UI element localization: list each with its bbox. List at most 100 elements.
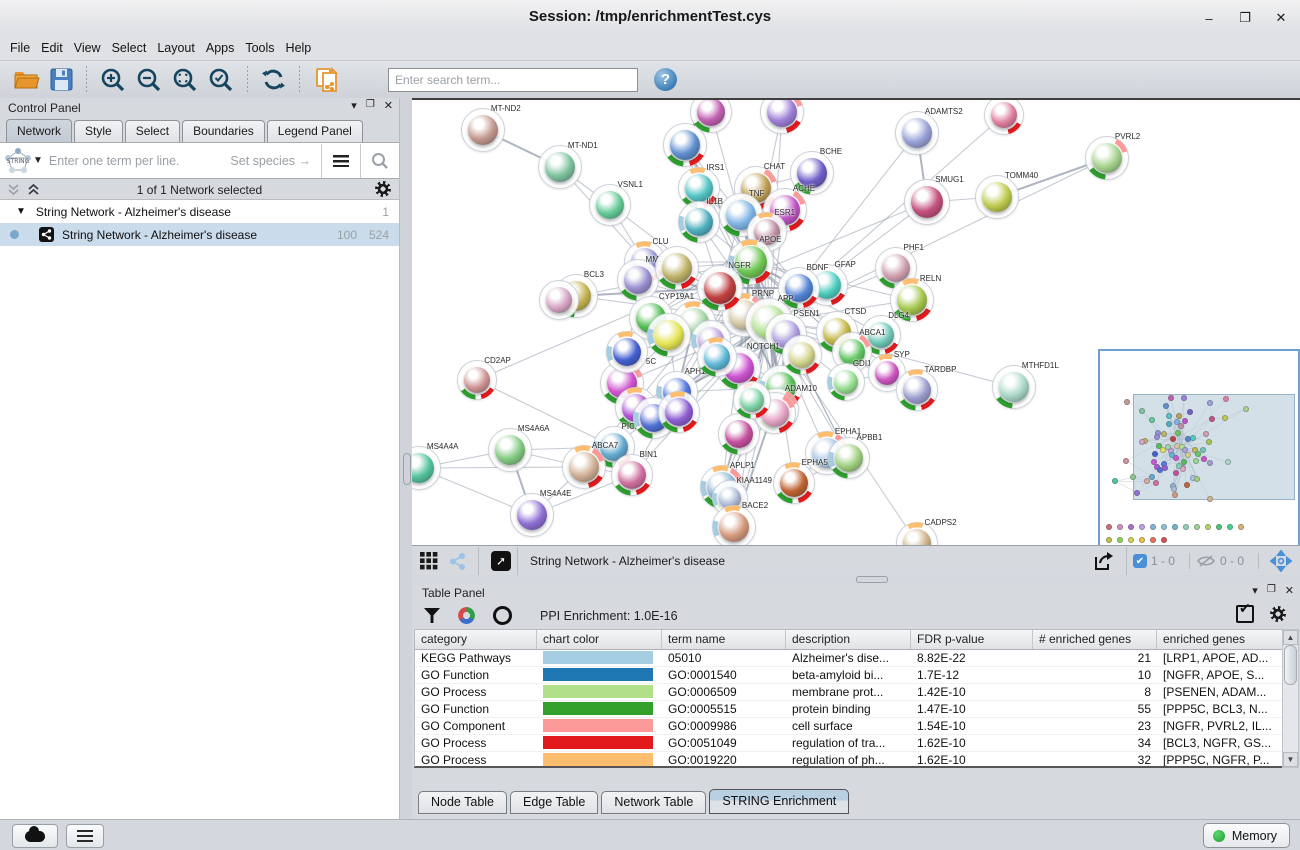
network-node[interactable]: GDI1 [827, 363, 865, 401]
gear-icon[interactable] [375, 181, 391, 197]
network-row[interactable]: String Network - Alzheimer's disease 100… [0, 223, 399, 246]
network-node[interactable] [718, 413, 760, 455]
splitter-handle[interactable] [403, 453, 411, 485]
network-node[interactable]: MS4A4E [510, 493, 554, 537]
panel-float-icon[interactable]: ❐ [366, 99, 375, 112]
panel-collapse-icon[interactable]: ▾ [351, 99, 357, 112]
ring-chart-icon[interactable] [493, 606, 512, 625]
menu-edit[interactable]: Edit [41, 39, 72, 57]
network-node[interactable]: NGFR [697, 265, 743, 311]
filter-icon[interactable] [424, 608, 440, 623]
table-row[interactable]: KEGG Pathways05010Alzheimer's dise...8.8… [415, 650, 1283, 667]
column-header-term-name[interactable]: term name [662, 630, 786, 649]
help-button[interactable]: ? [654, 68, 677, 91]
column-header-fdr-p-value[interactable]: FDR p-value [911, 630, 1033, 649]
string-query-input[interactable] [47, 153, 231, 169]
network-node[interactable]: BACE2 [712, 505, 756, 547]
clone-network-button[interactable] [313, 66, 341, 94]
select-all-checkbox-icon[interactable] [1236, 605, 1254, 623]
export-network-button[interactable] [1093, 551, 1115, 571]
open-session-button[interactable] [14, 69, 40, 91]
network-node[interactable]: MME [617, 259, 659, 301]
task-history-button[interactable] [66, 824, 104, 848]
chart-color-icon[interactable] [458, 607, 475, 624]
tab-style[interactable]: Style [74, 120, 123, 142]
tab-select[interactable]: Select [125, 120, 180, 142]
network-node[interactable]: IL1B [678, 201, 720, 243]
memory-button[interactable]: Memory [1203, 823, 1290, 848]
tab-network-table[interactable]: Network Table [601, 791, 706, 814]
network-node[interactable] [658, 391, 700, 433]
tab-boundaries[interactable]: Boundaries [182, 120, 265, 142]
menu-file[interactable]: File [10, 39, 39, 57]
maximize-button[interactable]: ❐ [1234, 7, 1256, 29]
string-dropdown-caret[interactable]: ▼ [33, 155, 43, 166]
menu-help[interactable]: Help [286, 39, 321, 57]
network-node[interactable]: MS4A4A [412, 446, 441, 490]
network-node[interactable] [647, 313, 691, 357]
scroll-up-arrow[interactable]: ▲ [1283, 630, 1298, 645]
network-node[interactable] [690, 98, 732, 133]
tab-node-table[interactable]: Node Table [418, 791, 507, 814]
birds-eye-view[interactable] [1098, 349, 1300, 547]
network-node[interactable] [539, 280, 579, 320]
splitter-handle[interactable] [856, 576, 888, 583]
table-row[interactable]: GO ProcessGO:0019220regulation of ph...1… [415, 752, 1283, 768]
hidden-eye-icon[interactable] [1196, 554, 1216, 568]
menu-tools[interactable]: Tools [245, 39, 283, 57]
menu-layout[interactable]: Layout [157, 39, 204, 57]
species-hint[interactable]: Set species → [230, 154, 311, 168]
network-node[interactable]: ABCA7 [562, 445, 606, 489]
network-node[interactable]: MT-ND1 [538, 145, 582, 189]
zoom-in-button[interactable] [100, 67, 126, 93]
table-row[interactable]: GO FunctionGO:0005515protein binding1.47… [415, 701, 1283, 718]
column-header-enriched-genes[interactable]: enriched genes [1157, 630, 1283, 649]
grid-view-button[interactable] [420, 552, 438, 570]
string-search-button[interactable] [360, 144, 399, 178]
menu-apps[interactable]: Apps [206, 39, 244, 57]
network-node[interactable] [984, 98, 1024, 135]
network-node[interactable]: APBB1 [828, 437, 870, 479]
table-vertical-scrollbar[interactable]: ▲ ▼ [1282, 629, 1299, 768]
table-row[interactable]: GO ProcessGO:0006509membrane prot...1.42… [415, 684, 1283, 701]
cloud-tasks-button[interactable] [12, 824, 58, 848]
network-node[interactable]: EPHA5 [773, 462, 815, 504]
selected-nodes-icon[interactable]: ✔ [1133, 554, 1147, 568]
close-button[interactable]: ✕ [1270, 7, 1292, 29]
tab-string-enrichment[interactable]: STRING Enrichment [709, 789, 849, 814]
horizontal-splitter[interactable] [412, 575, 1300, 583]
menu-view[interactable]: View [74, 39, 110, 57]
save-session-button[interactable] [50, 68, 73, 91]
network-node[interactable] [733, 381, 771, 419]
tab-legend-panel[interactable]: Legend Panel [267, 120, 363, 142]
column-header-description[interactable]: description [786, 630, 911, 649]
network-node[interactable]: MT-ND2 [461, 108, 505, 152]
network-node[interactable]: BIN1 [611, 454, 653, 496]
table-row[interactable]: GO ProcessGO:0051049regulation of tra...… [415, 735, 1283, 752]
network-node[interactable]: VSNL1 [589, 184, 631, 226]
panel-float-icon[interactable]: ❐ [1267, 584, 1276, 597]
table-row[interactable]: GO FunctionGO:0001540beta-amyloid bi...1… [415, 667, 1283, 684]
network-node[interactable] [782, 335, 822, 375]
column-header-chart-color[interactable]: chart color [537, 630, 662, 649]
network-node[interactable]: PVRL2 [1085, 136, 1129, 180]
network-node[interactable]: MTHFD1L [992, 365, 1036, 409]
network-node[interactable]: ADAMTS2 [895, 111, 939, 155]
network-node[interactable]: CADPS2 [896, 522, 938, 547]
tab-edge-table[interactable]: Edge Table [510, 791, 598, 814]
column-header--enriched-genes[interactable]: # enriched genes [1033, 630, 1157, 649]
string-options-button[interactable] [321, 144, 360, 178]
scrollbar-thumb[interactable] [1284, 645, 1297, 685]
open-in-window-button[interactable]: ➚ [491, 551, 511, 571]
table-row[interactable]: GO ComponentGO:0009986cell surface1.54E-… [415, 718, 1283, 735]
network-canvas[interactable]: MT-ND2MT-ND1VSNL1GAB2ADAMTS2PVRL2TOMM40S… [412, 98, 1300, 547]
panel-close-icon[interactable]: ✕ [384, 99, 393, 112]
minimize-button[interactable]: – [1198, 7, 1220, 29]
network-node[interactable] [760, 98, 804, 134]
gear-icon[interactable] [1270, 606, 1286, 622]
scroll-down-arrow[interactable]: ▼ [1283, 752, 1298, 767]
network-node[interactable]: SMUG1 [904, 179, 950, 225]
network-node[interactable]: TARDBP [896, 369, 938, 411]
network-node[interactable] [606, 331, 648, 373]
string-logo[interactable]: STRING [3, 146, 33, 176]
